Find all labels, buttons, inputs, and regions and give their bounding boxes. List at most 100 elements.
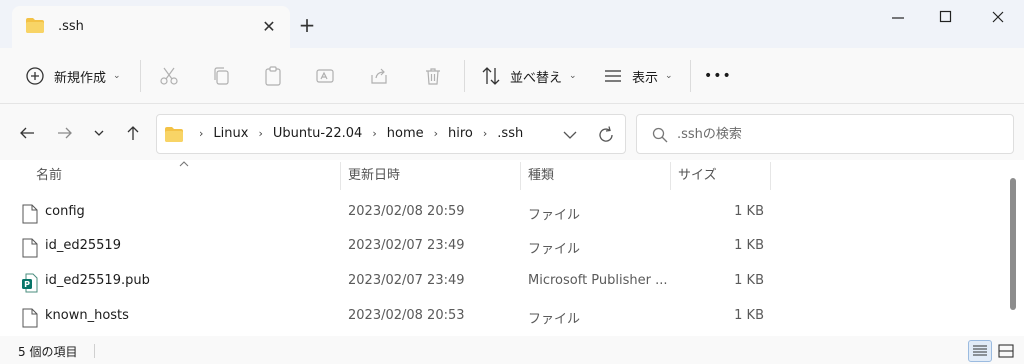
file-icon [22, 308, 38, 328]
rename-button[interactable] [314, 62, 336, 90]
file-name: id_ed25519 [45, 238, 121, 253]
title-bar: .ssh ✕ + [0, 0, 1024, 48]
maximize-button[interactable] [928, 4, 964, 30]
recent-locations-button[interactable] [86, 120, 112, 146]
share-button[interactable] [368, 62, 390, 90]
chevron-right-icon[interactable]: › [372, 127, 376, 140]
delete-button[interactable] [422, 62, 444, 90]
tiles-view-icon [998, 344, 1014, 358]
status-bar: 5 個の項目 [0, 336, 1024, 364]
folder-icon [26, 18, 44, 33]
folder-icon [165, 127, 183, 142]
minimize-button[interactable] [880, 4, 916, 30]
column-header-type[interactable]: 種類 [528, 160, 554, 192]
new-button[interactable]: 新規作成 ⌄ [24, 62, 121, 90]
chevron-right-icon[interactable]: › [258, 127, 262, 140]
chevron-right-icon[interactable]: › [199, 127, 203, 140]
file-type: ファイル [528, 242, 581, 257]
svg-text:P: P [24, 280, 30, 289]
share-icon [371, 68, 387, 84]
file-modified: 2023/02/07 23:49 [348, 273, 465, 288]
breadcrumb-ssh[interactable]: .ssh [497, 126, 523, 141]
file-name: known_hosts [45, 308, 129, 323]
item-count: 5 個の項目 [18, 345, 78, 359]
table-row[interactable]: known_hosts 2023/02/08 20:53 ファイル 1 KB [12, 300, 992, 334]
view-button-label: 表示 [632, 70, 659, 86]
copy-icon [214, 67, 229, 85]
close-window-button[interactable] [980, 4, 1016, 30]
new-tab-button[interactable]: + [296, 14, 318, 36]
column-divider[interactable] [340, 162, 341, 190]
publisher-file-icon: P [22, 273, 38, 293]
file-type: ファイル [528, 208, 581, 223]
column-header-size[interactable]: サイズ [678, 160, 717, 192]
status-divider [94, 344, 95, 358]
vertical-scrollbar[interactable] [1010, 178, 1016, 310]
tiles-view-button[interactable] [994, 340, 1018, 362]
file-size: 1 KB [734, 238, 764, 253]
up-button[interactable] [120, 120, 146, 146]
close-tab-icon[interactable]: ✕ [258, 16, 280, 38]
view-lines-icon [605, 70, 621, 82]
chevron-right-icon[interactable]: › [434, 127, 438, 140]
file-type: ファイル [528, 312, 581, 327]
address-dropdown-icon[interactable] [559, 124, 581, 146]
search-input[interactable] [677, 123, 997, 145]
file-name: config [45, 204, 85, 219]
toolbar-divider [690, 60, 691, 92]
cut-button[interactable] [158, 62, 180, 90]
sort-button-label: 並べ替え [510, 70, 563, 86]
column-divider[interactable] [520, 162, 521, 190]
chevron-down-icon: ⌄ [113, 71, 121, 81]
breadcrumb-ubuntu[interactable]: Ubuntu-22.04 [273, 126, 363, 141]
file-icon [22, 204, 38, 224]
column-divider[interactable] [670, 162, 671, 190]
address-bar[interactable]: › Linux › Ubuntu-22.04 › home › hiro › .… [156, 114, 626, 154]
table-row[interactable]: config 2023/02/08 20:59 ファイル 1 KB [12, 196, 992, 230]
details-view-icon [973, 345, 987, 356]
toolbar-divider [140, 60, 141, 92]
minimize-icon [892, 17, 904, 19]
paste-button[interactable] [262, 62, 284, 90]
breadcrumb-hiro[interactable]: hiro [448, 126, 473, 141]
breadcrumb-home[interactable]: home [387, 126, 424, 141]
toolbar-divider [464, 60, 465, 92]
sort-button[interactable]: 並べ替え ⌄ [480, 62, 577, 90]
breadcrumb-linux[interactable]: Linux [213, 126, 248, 141]
refresh-icon[interactable] [595, 124, 617, 146]
column-header-name[interactable]: 名前 [36, 160, 62, 192]
plus-circle-icon [26, 67, 44, 85]
file-size: 1 KB [734, 308, 764, 323]
sort-icon [482, 67, 500, 85]
chevron-down-icon: ⌄ [569, 71, 577, 81]
table-row[interactable]: P id_ed25519.pub 2023/02/07 23:49 Micros… [12, 265, 992, 299]
file-list: 名前 更新日時 種類 サイズ config 2023/02/08 20:59 フ… [0, 160, 1024, 336]
file-icon [22, 238, 38, 258]
file-size: 1 KB [734, 204, 764, 219]
search-icon [652, 127, 668, 143]
tab-ssh[interactable]: .ssh ✕ [12, 6, 290, 48]
back-button[interactable] [14, 120, 40, 146]
column-header-modified[interactable]: 更新日時 [348, 160, 400, 192]
new-button-label: 新規作成 [54, 70, 107, 86]
arrow-up-icon [127, 126, 139, 140]
clipboard-icon [265, 66, 281, 86]
file-size: 1 KB [734, 273, 764, 288]
address-row: › Linux › Ubuntu-22.04 › home › hiro › .… [0, 104, 1024, 160]
chevron-right-icon[interactable]: › [483, 127, 487, 140]
tab-title: .ssh [58, 19, 84, 34]
file-modified: 2023/02/08 20:59 [348, 204, 465, 219]
view-button[interactable]: 表示 ⌄ [602, 62, 673, 90]
more-options-button[interactable]: ••• [704, 62, 732, 90]
breadcrumb: › Linux › Ubuntu-22.04 › home › hiro › .… [189, 126, 523, 141]
more-icon: ••• [704, 68, 732, 84]
column-divider[interactable] [770, 162, 771, 190]
search-box[interactable] [636, 114, 1014, 154]
copy-button[interactable] [210, 62, 232, 90]
rename-icon [316, 69, 334, 83]
forward-button[interactable] [52, 120, 78, 146]
arrow-left-icon [20, 127, 34, 139]
details-view-button[interactable] [968, 340, 992, 362]
trash-icon [426, 68, 440, 85]
table-row[interactable]: id_ed25519 2023/02/07 23:49 ファイル 1 KB [12, 230, 992, 264]
